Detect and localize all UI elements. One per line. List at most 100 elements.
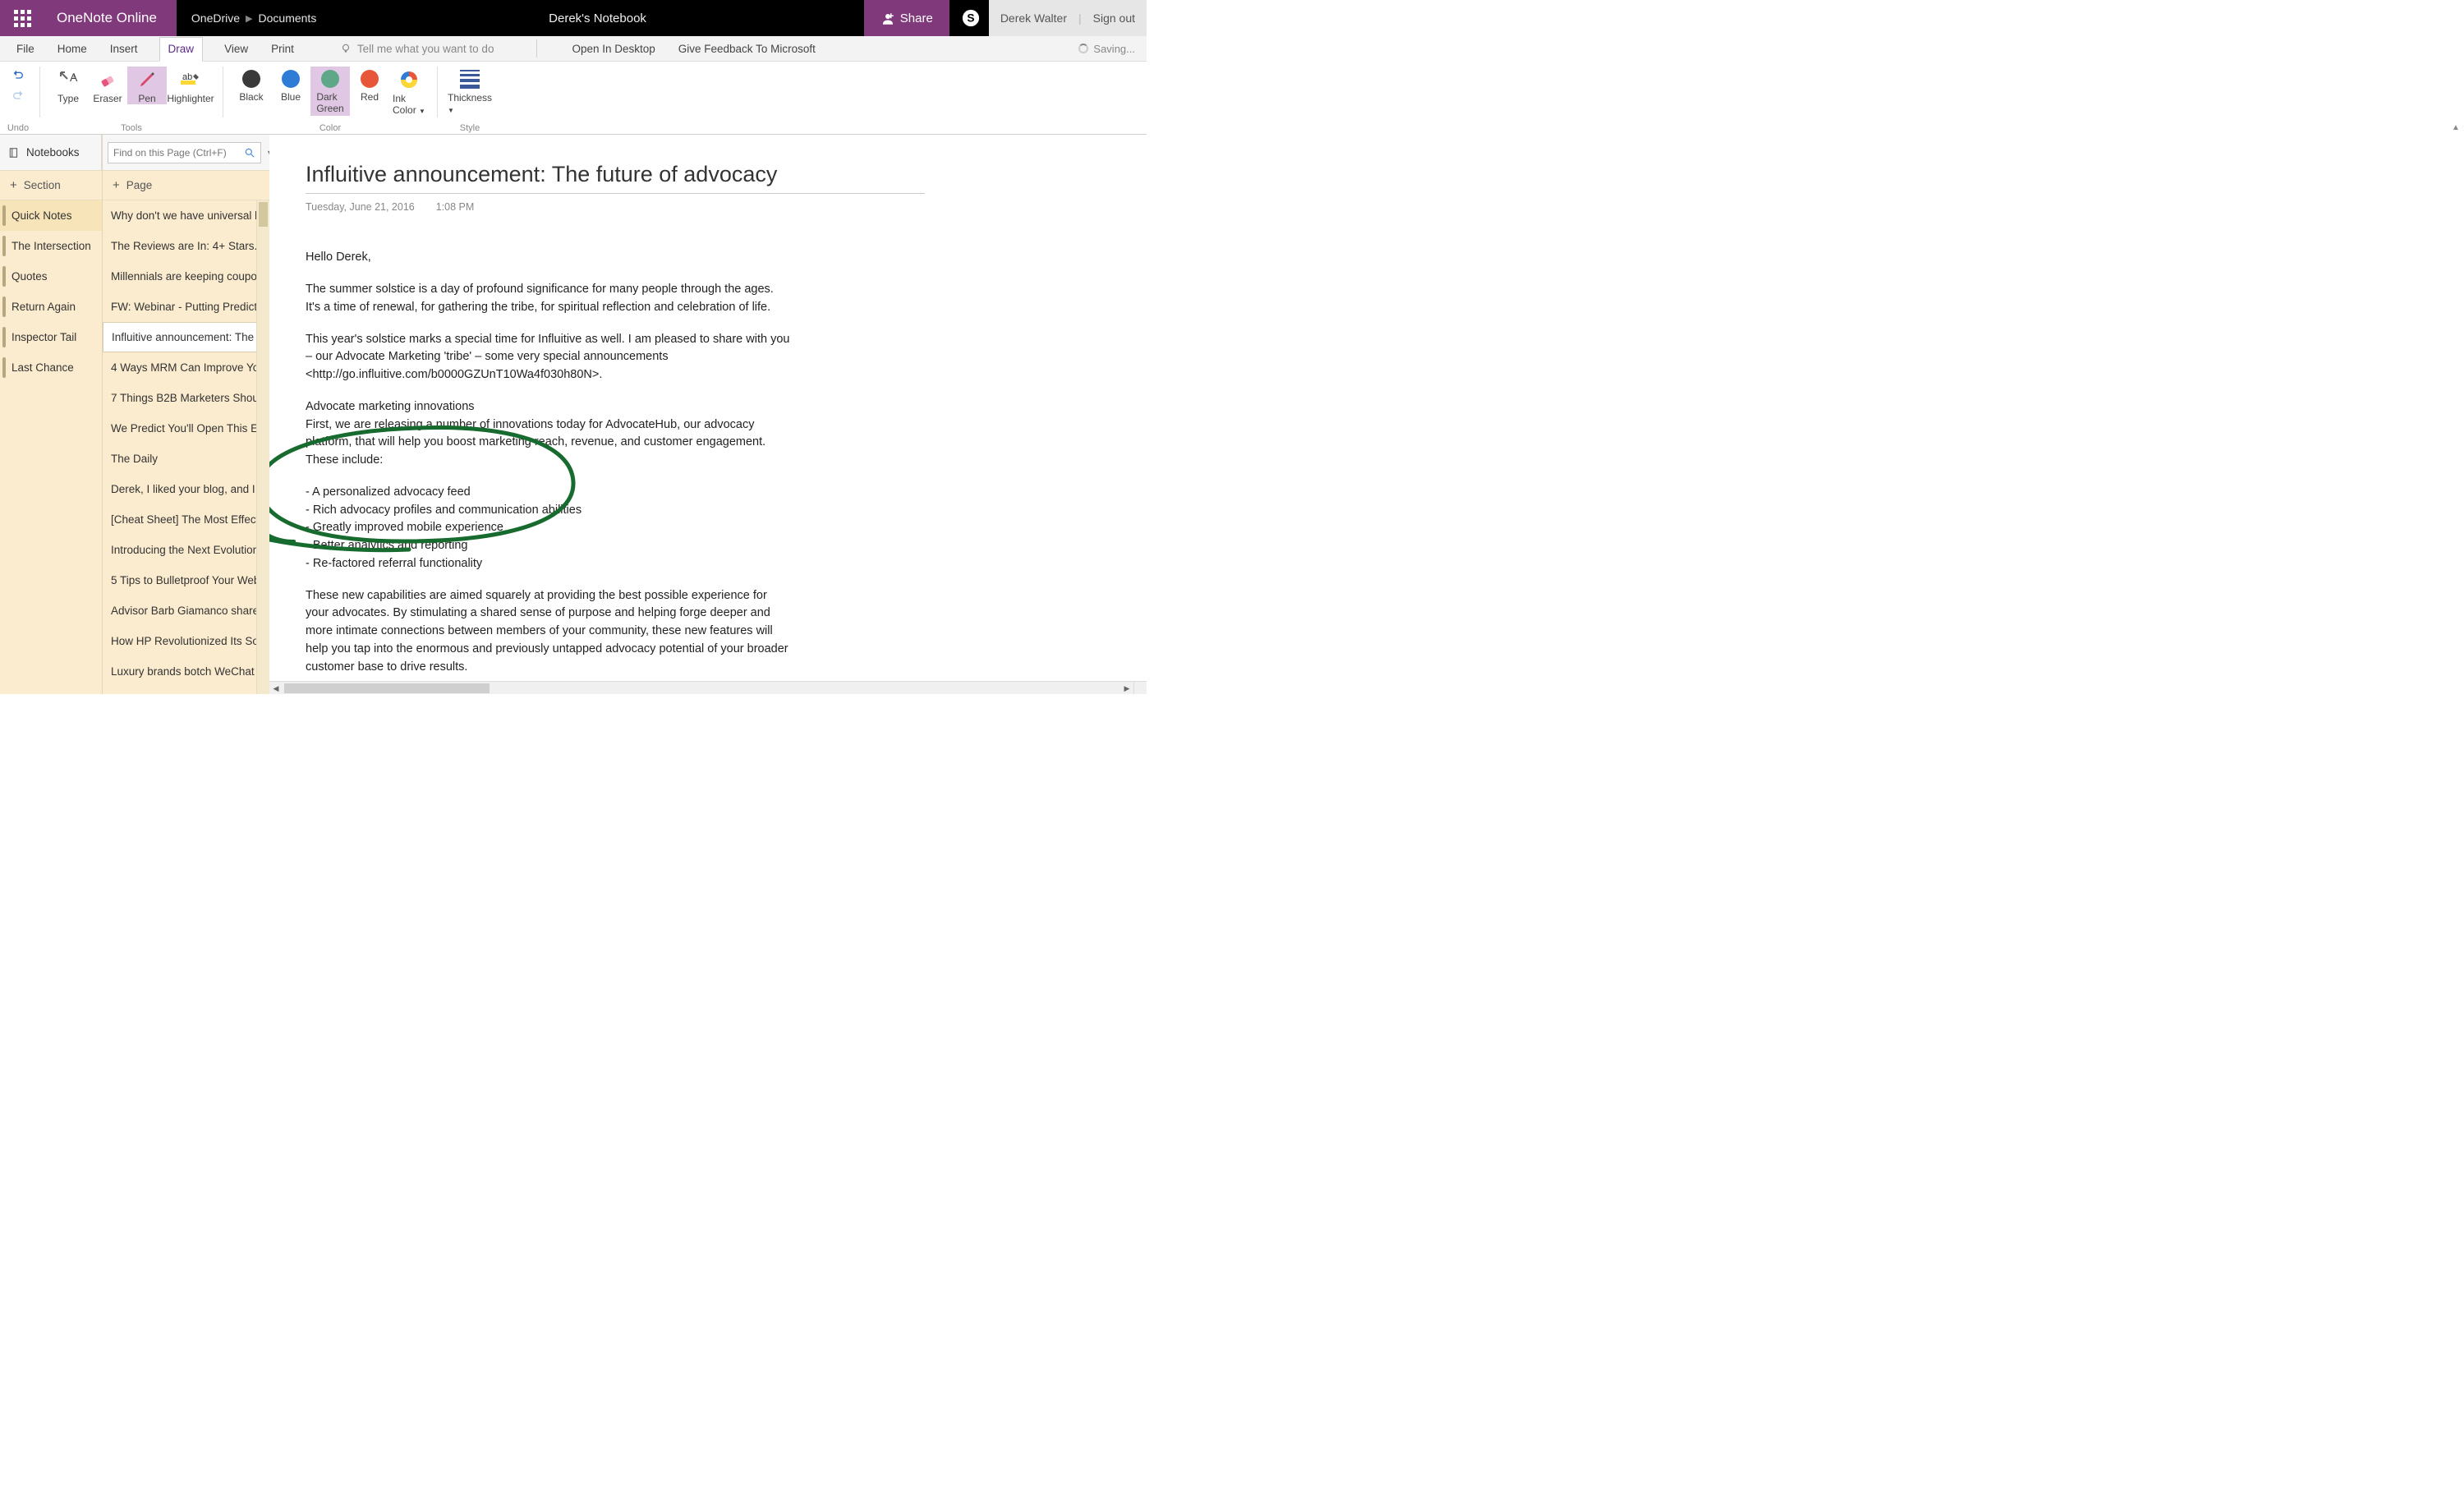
pages-scrollbar[interactable]: [256, 200, 269, 694]
color-red[interactable]: Red: [350, 67, 389, 116]
share-button[interactable]: Share: [864, 0, 949, 36]
paragraph: Advocate marketing innovationsFirst, we …: [306, 398, 790, 452]
page-item[interactable]: Advisor Barb Giamanco shares: [103, 596, 269, 626]
undo-button[interactable]: [11, 68, 25, 85]
page-item[interactable]: [Cheat Sheet] The Most Effecti: [103, 504, 269, 535]
plus-icon: +: [10, 178, 17, 192]
thickness-icon: [460, 70, 480, 89]
document-title: Derek's Notebook: [331, 0, 863, 36]
open-in-desktop[interactable]: Open In Desktop: [570, 36, 656, 61]
add-section-button[interactable]: + Section: [0, 171, 102, 200]
page-item[interactable]: Why don't we have universal b: [103, 200, 269, 231]
breadcrumb-root[interactable]: OneDrive: [191, 11, 240, 25]
scroll-up-button[interactable]: ▲: [2449, 121, 2462, 134]
share-label: Share: [900, 11, 933, 25]
note-date: Tuesday, June 21, 2016: [306, 200, 415, 215]
color-black[interactable]: Black: [232, 67, 271, 116]
breadcrumb-current[interactable]: Documents: [259, 11, 317, 25]
pen-tool[interactable]: Pen: [127, 67, 167, 104]
type-tool[interactable]: AI Type: [48, 67, 88, 104]
menu-draw[interactable]: Draw: [159, 37, 204, 62]
page-item[interactable]: Introducing the Next Evolution: [103, 535, 269, 565]
page-item[interactable]: Influitive announcement: The f: [103, 322, 269, 352]
menu-view[interactable]: View: [223, 36, 250, 61]
chevron-down-icon: ▼: [448, 107, 454, 114]
undo-icon: [11, 68, 25, 81]
save-status: Saving...: [1078, 43, 1135, 55]
add-page-button[interactable]: + Page: [103, 171, 269, 200]
highlighter-icon: ab: [181, 70, 200, 90]
menu-print[interactable]: Print: [269, 36, 296, 61]
app-name: OneNote Online: [45, 0, 177, 36]
page-item[interactable]: 7 Things B2B Marketers Shoul: [103, 383, 269, 413]
cursor-text-icon: AI: [58, 70, 78, 90]
section-label: Quick Notes: [11, 209, 72, 222]
menu-home[interactable]: Home: [56, 36, 89, 61]
scroll-left-icon[interactable]: ◀: [269, 682, 283, 695]
section-item[interactable]: Return Again: [0, 292, 102, 322]
share-icon: [880, 11, 894, 25]
group-label-color: Color: [227, 123, 434, 133]
highlighter-tool[interactable]: ab Highlighter: [167, 67, 214, 104]
notebooks-header[interactable]: Notebooks: [0, 135, 102, 171]
page-item[interactable]: 4 Ways MRM Can Improve You: [103, 352, 269, 383]
menu-file[interactable]: File: [15, 36, 36, 61]
note-time: 1:08 PM: [436, 200, 475, 215]
section-item[interactable]: Last Chance: [0, 352, 102, 383]
page-item[interactable]: Millennials are keeping coupo: [103, 261, 269, 292]
chevron-down-icon: ▼: [419, 108, 425, 115]
chevron-right-icon: ▶: [246, 13, 252, 24]
ink-color-dropdown[interactable]: InkColor ▼: [389, 67, 429, 116]
scroll-right-icon[interactable]: ▶: [1120, 682, 1133, 695]
page-title[interactable]: Influitive announcement: The future of a…: [306, 158, 925, 194]
eraser-tool[interactable]: Eraser: [88, 67, 127, 104]
skype-button[interactable]: S: [953, 0, 989, 36]
page-search[interactable]: [108, 142, 261, 163]
redo-icon: [11, 89, 25, 102]
blue-swatch-icon: [282, 70, 300, 88]
list-item: - Rich advocacy profiles and communicati…: [306, 502, 790, 520]
breadcrumb[interactable]: OneDrive ▶ Documents: [177, 0, 331, 36]
app-launcher[interactable]: [0, 0, 45, 36]
paragraph: These new capabilities are aimed squarel…: [306, 587, 790, 677]
user-name[interactable]: Derek Walter: [1000, 11, 1067, 25]
page-item[interactable]: Luxury brands botch WeChat -: [103, 656, 269, 687]
section-item[interactable]: Quotes: [0, 261, 102, 292]
page-item[interactable]: FW: Webinar - Putting Predicti: [103, 292, 269, 322]
scrollbar-thumb[interactable]: [284, 683, 490, 693]
tell-me-search[interactable]: Tell me what you want to do: [340, 43, 494, 55]
menu-insert[interactable]: Insert: [108, 36, 140, 61]
section-item[interactable]: Inspector Tail: [0, 322, 102, 352]
section-label: Inspector Tail: [11, 331, 76, 343]
page-item[interactable]: How HP Revolutionized Its Soc: [103, 626, 269, 656]
note-canvas[interactable]: Influitive announcement: The future of a…: [269, 135, 1147, 694]
page-item[interactable]: We Predict You'll Open This Em: [103, 413, 269, 444]
black-swatch-icon: [242, 70, 260, 88]
section-item[interactable]: The Intersection: [0, 231, 102, 261]
give-feedback[interactable]: Give Feedback To Microsoft: [677, 36, 817, 61]
section-label: Return Again: [11, 301, 76, 313]
group-label-style: Style: [441, 123, 499, 133]
section-item[interactable]: Quick Notes: [0, 200, 102, 231]
page-item[interactable]: The Daily: [103, 444, 269, 474]
page-item[interactable]: The Reviews are In: 4+ Stars.: [103, 231, 269, 261]
redo-button[interactable]: [11, 89, 25, 106]
ribbon: Undo AI Type Eraser Pen ab Highlighter T…: [0, 62, 1147, 135]
page-item[interactable]: Derek, I liked your blog, and I: [103, 474, 269, 504]
page-item[interactable]: 5 Tips to Bulletproof Your Web: [103, 565, 269, 596]
greeting: Hello Derek,: [306, 249, 790, 267]
note-body[interactable]: Hello Derek, The summer solstice is a da…: [306, 249, 790, 694]
color-dark-green[interactable]: DarkGreen: [310, 67, 350, 116]
menu-bar: File Home Insert Draw View Print Tell me…: [0, 36, 1147, 62]
list-item: - Greatly improved mobile experience: [306, 519, 790, 537]
list-item: - Re-factored referral functionality: [306, 555, 790, 573]
color-wheel-icon: [399, 70, 419, 90]
lightbulb-icon: [340, 43, 352, 54]
sign-out-link[interactable]: Sign out: [1093, 11, 1135, 25]
darkgreen-swatch-icon: [321, 70, 339, 88]
list-item: - A personalized advocacy feed: [306, 484, 790, 502]
color-blue[interactable]: Blue: [271, 67, 310, 116]
search-input[interactable]: [113, 147, 241, 159]
horizontal-scrollbar[interactable]: ◀ ▶: [269, 681, 1133, 694]
thickness-dropdown[interactable]: Thickness▼: [446, 67, 494, 115]
